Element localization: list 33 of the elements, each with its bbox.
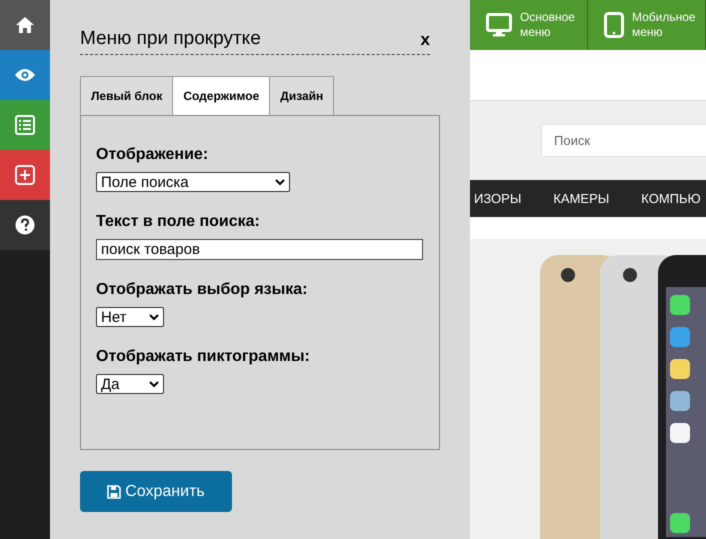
nav-link[interactable]: ИЗОРЫ bbox=[474, 191, 522, 206]
save-button[interactable]: Сохранить bbox=[80, 471, 232, 512]
home-icon bbox=[15, 16, 35, 34]
field-label: Отображение: bbox=[96, 146, 210, 164]
toolbar-button[interactable]: Основное меню bbox=[470, 0, 588, 50]
close-button[interactable]: x bbox=[420, 30, 430, 50]
chevron-icon bbox=[149, 314, 159, 320]
list-icon bbox=[15, 115, 35, 135]
input-field[interactable]: поиск товаров bbox=[96, 239, 423, 260]
nav-link[interactable]: КОМПЬЮ bbox=[641, 191, 701, 206]
sidebar-button[interactable] bbox=[0, 0, 50, 50]
eye-icon bbox=[14, 68, 36, 82]
tab[interactable]: Содержимое bbox=[172, 76, 270, 115]
chevron-icon bbox=[275, 178, 285, 186]
dropdown[interactable]: Поле поиска bbox=[96, 172, 290, 192]
toolbar-button[interactable]: Мобильное меню bbox=[588, 0, 706, 50]
tablet-icon bbox=[604, 12, 624, 38]
help-icon bbox=[15, 215, 35, 235]
tab[interactable]: Левый блок bbox=[80, 76, 174, 115]
field-label: Отображать пиктограммы: bbox=[96, 348, 311, 366]
field-label: Текст в поле поиска: bbox=[96, 213, 261, 231]
chevron-icon bbox=[149, 380, 159, 388]
plus-icon bbox=[15, 165, 35, 185]
dropdown[interactable]: Нет bbox=[96, 307, 164, 327]
monitor-icon bbox=[486, 13, 512, 37]
dropdown[interactable]: Да bbox=[96, 374, 164, 394]
search-field[interactable]: Поиск bbox=[541, 124, 706, 157]
sidebar-button[interactable] bbox=[0, 200, 50, 250]
tab[interactable]: Дизайн bbox=[269, 76, 334, 115]
panel-title: Меню при прокрутке bbox=[80, 28, 261, 50]
field-label: Отображать выбор языка: bbox=[96, 281, 309, 299]
nav-link[interactable]: КАМЕРЫ bbox=[553, 191, 610, 206]
floppy-icon bbox=[107, 484, 122, 498]
